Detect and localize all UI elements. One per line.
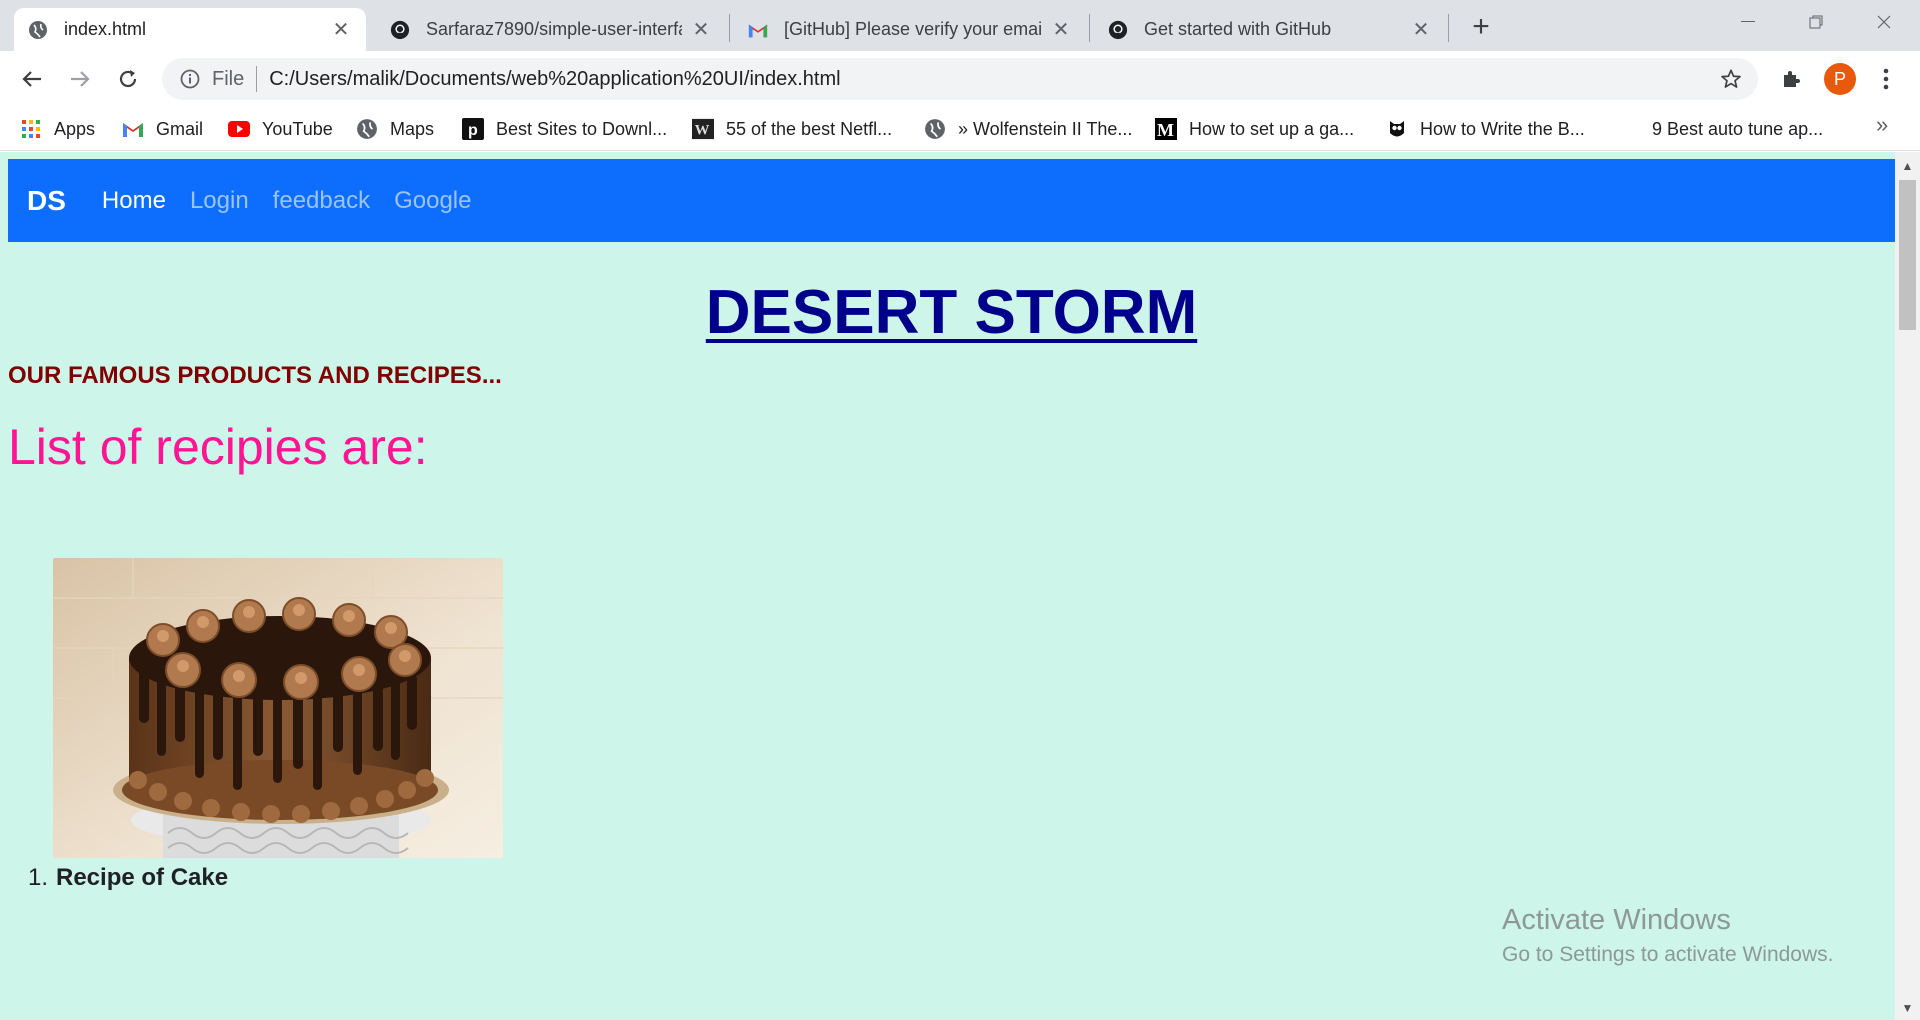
tab-title: [GitHub] Please verify your email	[784, 19, 1042, 39]
activate-windows-watermark: Activate Windows Go to Settings to activ…	[1502, 904, 1834, 967]
nav-link-login[interactable]: Login	[190, 187, 249, 215]
tab-title: Get started with GitHub	[1144, 19, 1332, 39]
globe-icon	[924, 118, 946, 140]
gmail-icon	[122, 118, 144, 140]
site-navbar: DS Home Login feedback Google	[8, 159, 1895, 242]
new-tab-button[interactable]: +	[1464, 10, 1498, 44]
youtube-icon	[228, 118, 250, 140]
puzzle-icon[interactable]	[1776, 63, 1808, 95]
bookmark-maps[interactable]: Maps	[356, 113, 434, 145]
close-icon[interactable]: ✕	[1410, 19, 1432, 41]
bookmark-how-to-write[interactable]: How to Write the B...	[1386, 113, 1585, 145]
omnibox-divider	[256, 66, 258, 92]
recipe-list-item: 1. Recipe of Cake	[28, 864, 228, 892]
w-logo-icon: W	[692, 118, 714, 140]
globe-icon	[356, 118, 378, 140]
bookmark-auto-tune[interactable]: 9 Best auto tune ap...	[1652, 113, 1823, 145]
more-vert-icon[interactable]	[1872, 63, 1900, 95]
bookmark-label: Gmail	[156, 118, 204, 139]
reload-icon	[119, 70, 137, 88]
url-text[interactable]: C:/Users/malik/Documents/web%20applicati…	[269, 68, 1714, 91]
tab-github-start[interactable]: Get started with GitHub ✕	[1094, 8, 1446, 51]
bookmark-label: YouTube	[262, 118, 333, 139]
scheme-label: File	[212, 67, 245, 90]
recipe-label[interactable]: Recipe of Cake	[56, 864, 228, 891]
bookmarks-bar: Apps Gmail YouTube Maps p Best Sites to …	[0, 107, 1920, 151]
bookmark-label: 55 of the best Netfl...	[726, 118, 893, 139]
apps-grid-icon	[20, 118, 42, 140]
bookmark-label: Apps	[54, 118, 96, 139]
bookmark-setup-guide[interactable]: M How to set up a ga...	[1155, 113, 1354, 145]
bookmark-wolfenstein[interactable]: » Wolfenstein II The...	[924, 113, 1132, 145]
list-number: 1.	[28, 864, 49, 891]
p-logo-icon: p	[462, 118, 484, 140]
bookmark-label: How to set up a ga...	[1189, 118, 1355, 139]
reload-button[interactable]	[110, 61, 146, 97]
site-title-link[interactable]: DESERT STORM	[706, 278, 1197, 347]
bookmark-gmail[interactable]: Gmail	[122, 113, 203, 145]
tab-strip: index.html ✕ Sarfaraz7890/simple-user-in…	[0, 0, 1920, 51]
bookmark-apps[interactable]: Apps	[20, 113, 95, 145]
tab-title: Sarfaraz7890/simple-user-interfa	[426, 19, 682, 39]
arrow-left-icon	[22, 71, 41, 87]
site-title: DESERT STORM	[8, 277, 1895, 348]
scrollbar-thumb[interactable]	[1899, 180, 1916, 330]
svg-text:p: p	[468, 122, 478, 139]
bookmark-youtube[interactable]: YouTube	[228, 113, 333, 145]
bookmark-label: Maps	[390, 118, 435, 139]
recipes-heading: List of recipies are:	[8, 419, 428, 475]
address-bar[interactable]: File C:/Users/malik/Documents/web%20appl…	[162, 58, 1758, 100]
tab-separator	[1089, 14, 1090, 42]
restore-icon[interactable]	[1782, 0, 1850, 44]
bookmark-best-sites[interactable]: p Best Sites to Downl...	[462, 113, 667, 145]
nav-link-google[interactable]: Google	[394, 187, 471, 215]
tab-gmail[interactable]: [GitHub] Please verify your email ✕	[734, 8, 1086, 51]
close-icon[interactable]: ✕	[1050, 19, 1072, 41]
site-brand[interactable]: DS	[27, 185, 66, 217]
watermark-subtitle: Go to Settings to activate Windows.	[1502, 943, 1834, 966]
watermark-title: Activate Windows	[1502, 904, 1731, 936]
close-icon[interactable]: ✕	[690, 19, 712, 41]
tab-title: index.html	[64, 19, 147, 39]
scroll-up-arrow-icon[interactable]: ▲	[1895, 156, 1920, 176]
window-close-icon[interactable]	[1850, 0, 1918, 44]
back-button[interactable]	[14, 61, 50, 97]
medium-logo-icon: M	[1155, 118, 1177, 140]
browser-toolbar: File C:/Users/malik/Documents/web%20appl…	[0, 51, 1920, 107]
bookmark-label: Best Sites to Downl...	[496, 118, 668, 139]
gmail-icon	[748, 20, 768, 40]
svg-text:W: W	[695, 123, 710, 139]
arrow-right-icon	[71, 71, 90, 87]
tab-separator	[729, 14, 730, 42]
nav-link-feedback[interactable]: feedback	[273, 187, 370, 215]
bookmark-label: How to Write the B...	[1420, 118, 1585, 139]
github-icon	[1108, 20, 1128, 40]
profile-avatar[interactable]: P	[1824, 63, 1856, 95]
github-icon	[390, 20, 410, 40]
bookmark-label: 9 Best auto tune ap...	[1652, 118, 1824, 139]
bookmark-netflix[interactable]: W 55 of the best Netfl...	[692, 113, 892, 145]
bookmark-label: » Wolfenstein II The...	[958, 118, 1133, 139]
page-viewport: DS Home Login feedback Google DESERT STO…	[0, 152, 1895, 1020]
info-icon[interactable]	[176, 65, 204, 93]
globe-icon	[28, 20, 48, 40]
owl-icon	[1386, 118, 1408, 140]
star-icon[interactable]	[1714, 62, 1748, 96]
svg-text:M: M	[1157, 120, 1174, 140]
nav-link-home[interactable]: Home	[102, 187, 166, 215]
minimize-icon[interactable]	[1714, 0, 1782, 44]
page-scrollbar[interactable]: ▲ ▼	[1895, 152, 1920, 1020]
forward-button[interactable]	[62, 61, 98, 97]
tab-index[interactable]: index.html ✕	[14, 8, 366, 51]
close-icon[interactable]: ✕	[330, 19, 352, 41]
products-subheading: OUR FAMOUS PRODUCTS AND RECIPES...	[8, 362, 502, 389]
chocolate-cake-image	[53, 558, 503, 858]
tab-separator	[1448, 14, 1449, 42]
tab-github-repo[interactable]: Sarfaraz7890/simple-user-interfa ✕	[376, 8, 726, 51]
scroll-down-arrow-icon[interactable]: ▼	[1895, 998, 1920, 1018]
chevron-double-right-icon[interactable]: »	[1876, 112, 1888, 138]
